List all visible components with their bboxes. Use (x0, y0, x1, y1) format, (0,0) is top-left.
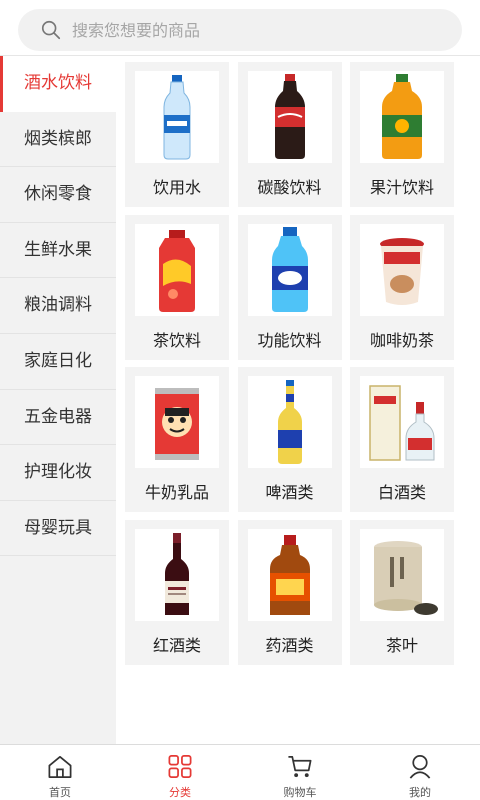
subcategory-label: 白酒类 (377, 483, 426, 502)
tab-category[interactable]: 分类 (120, 745, 240, 800)
medicinal-liquor-bottle-icon (269, 534, 310, 615)
product-image (360, 71, 444, 163)
subcategory-medicinal-liquor[interactable]: 药酒类 (237, 519, 342, 665)
sidebar-item-tobacco[interactable]: 烟类槟郎 (0, 112, 116, 168)
tab-label: 购物车 (283, 786, 317, 799)
wine-bottle-icon (165, 532, 189, 615)
subcategory-label: 功能饮料 (257, 330, 322, 350)
tab-label: 我的 (409, 786, 431, 799)
subcategory-label: 药酒类 (265, 635, 314, 655)
juice-bottle-icon (382, 74, 422, 159)
sidebar-item-grain-oil[interactable]: 粮油调料 (0, 278, 116, 334)
sidebar-item-fresh[interactable]: 生鲜水果 (0, 223, 116, 279)
sidebar-item-snacks[interactable]: 休闲零食 (0, 167, 116, 223)
beer-bottle-icon (277, 380, 302, 464)
milk-tea-cup-icon (380, 237, 424, 305)
cola-bottle-icon (274, 74, 305, 159)
product-image (247, 528, 332, 621)
category-icon (168, 755, 192, 778)
category-sidebar: 酒水饮料 烟类槟郎 休闲零食 生鲜水果 粮油调料 家庭日化 五金电器 护理化妆 … (0, 56, 116, 744)
subcategory-label: 啤酒类 (265, 483, 314, 502)
product-image (135, 376, 219, 468)
subcategory-red-wine[interactable]: 红酒类 (125, 519, 229, 665)
user-icon (409, 755, 431, 779)
product-image (360, 528, 444, 621)
product-image (135, 528, 219, 621)
cart-icon (288, 755, 312, 778)
tab-cart[interactable]: 购物车 (240, 745, 360, 800)
subcategory-label: 饮用水 (152, 178, 201, 197)
product-image (135, 71, 219, 163)
subcategory-juice[interactable]: 果汁饮料 (350, 62, 454, 207)
product-image (360, 223, 444, 316)
product-image (247, 376, 332, 468)
subcategory-soda[interactable]: 碳酸饮料 (237, 62, 342, 207)
subcategory-tea-drink[interactable]: 茶饮料 (125, 214, 229, 360)
water-bottle-icon (163, 75, 191, 160)
subcategory-label: 茶叶 (385, 635, 418, 655)
subcategory-beer[interactable]: 啤酒类 (237, 367, 342, 512)
tab-home[interactable]: 首页 (0, 745, 120, 800)
subcategory-panel: 饮用水 碳酸饮料 果汁饮料 茶饮料 功能饮料 咖啡奶茶 牛奶乳品 啤酒类 白酒类… (116, 56, 480, 744)
app: 酒水饮料 烟类槟郎 休闲零食 生鲜水果 粮油调料 家庭日化 五金电器 护理化妆 … (0, 0, 480, 800)
product-image (360, 376, 444, 468)
subcategory-label: 茶饮料 (152, 330, 201, 350)
baijiu-bottle-icon (369, 385, 435, 461)
sidebar-item-baby-toys[interactable]: 母婴玩具 (0, 501, 116, 557)
subcategory-dairy[interactable]: 牛奶乳品 (125, 367, 229, 512)
sidebar-item-drinks[interactable]: 酒水饮料 (0, 56, 116, 112)
tab-label: 首页 (49, 786, 71, 799)
search-bar (0, 0, 480, 56)
sports-drink-bottle-icon (271, 226, 308, 312)
tea-drink-bottle-icon (159, 229, 195, 312)
subcategory-tea-leaves[interactable]: 茶叶 (350, 519, 454, 665)
subcategory-label: 咖啡奶茶 (369, 330, 434, 350)
sidebar-item-cosmetics[interactable]: 护理化妆 (0, 445, 116, 501)
subcategory-water[interactable]: 饮用水 (125, 62, 229, 207)
subcategory-grid: 饮用水 碳酸饮料 果汁饮料 茶饮料 功能饮料 咖啡奶茶 牛奶乳品 啤酒类 白酒类… (125, 62, 475, 665)
search-icon (41, 20, 61, 40)
subcategory-label: 红酒类 (152, 635, 201, 655)
subcategory-baijiu[interactable]: 白酒类 (350, 367, 454, 512)
subcategory-label: 果汁饮料 (369, 178, 434, 197)
tab-label: 分类 (169, 786, 191, 799)
product-image (247, 223, 332, 316)
bottom-tab-bar: 首页 分类 购物车 我的 (0, 744, 480, 800)
home-icon (48, 755, 72, 778)
subcategory-label: 碳酸饮料 (257, 178, 322, 197)
search-input[interactable] (72, 20, 432, 40)
subcategory-functional-drink[interactable]: 功能饮料 (237, 214, 342, 360)
tab-profile[interactable]: 我的 (360, 745, 480, 800)
product-image (247, 71, 332, 163)
search-box[interactable] (18, 9, 462, 51)
tea-leaf-can-icon (374, 540, 438, 615)
subcategory-coffee-milk-tea[interactable]: 咖啡奶茶 (350, 214, 454, 360)
milk-can-icon (155, 388, 199, 460)
sidebar-item-hardware[interactable]: 五金电器 (0, 390, 116, 446)
sidebar-item-household[interactable]: 家庭日化 (0, 334, 116, 390)
product-image (135, 223, 219, 316)
subcategory-label: 牛奶乳品 (144, 483, 209, 502)
